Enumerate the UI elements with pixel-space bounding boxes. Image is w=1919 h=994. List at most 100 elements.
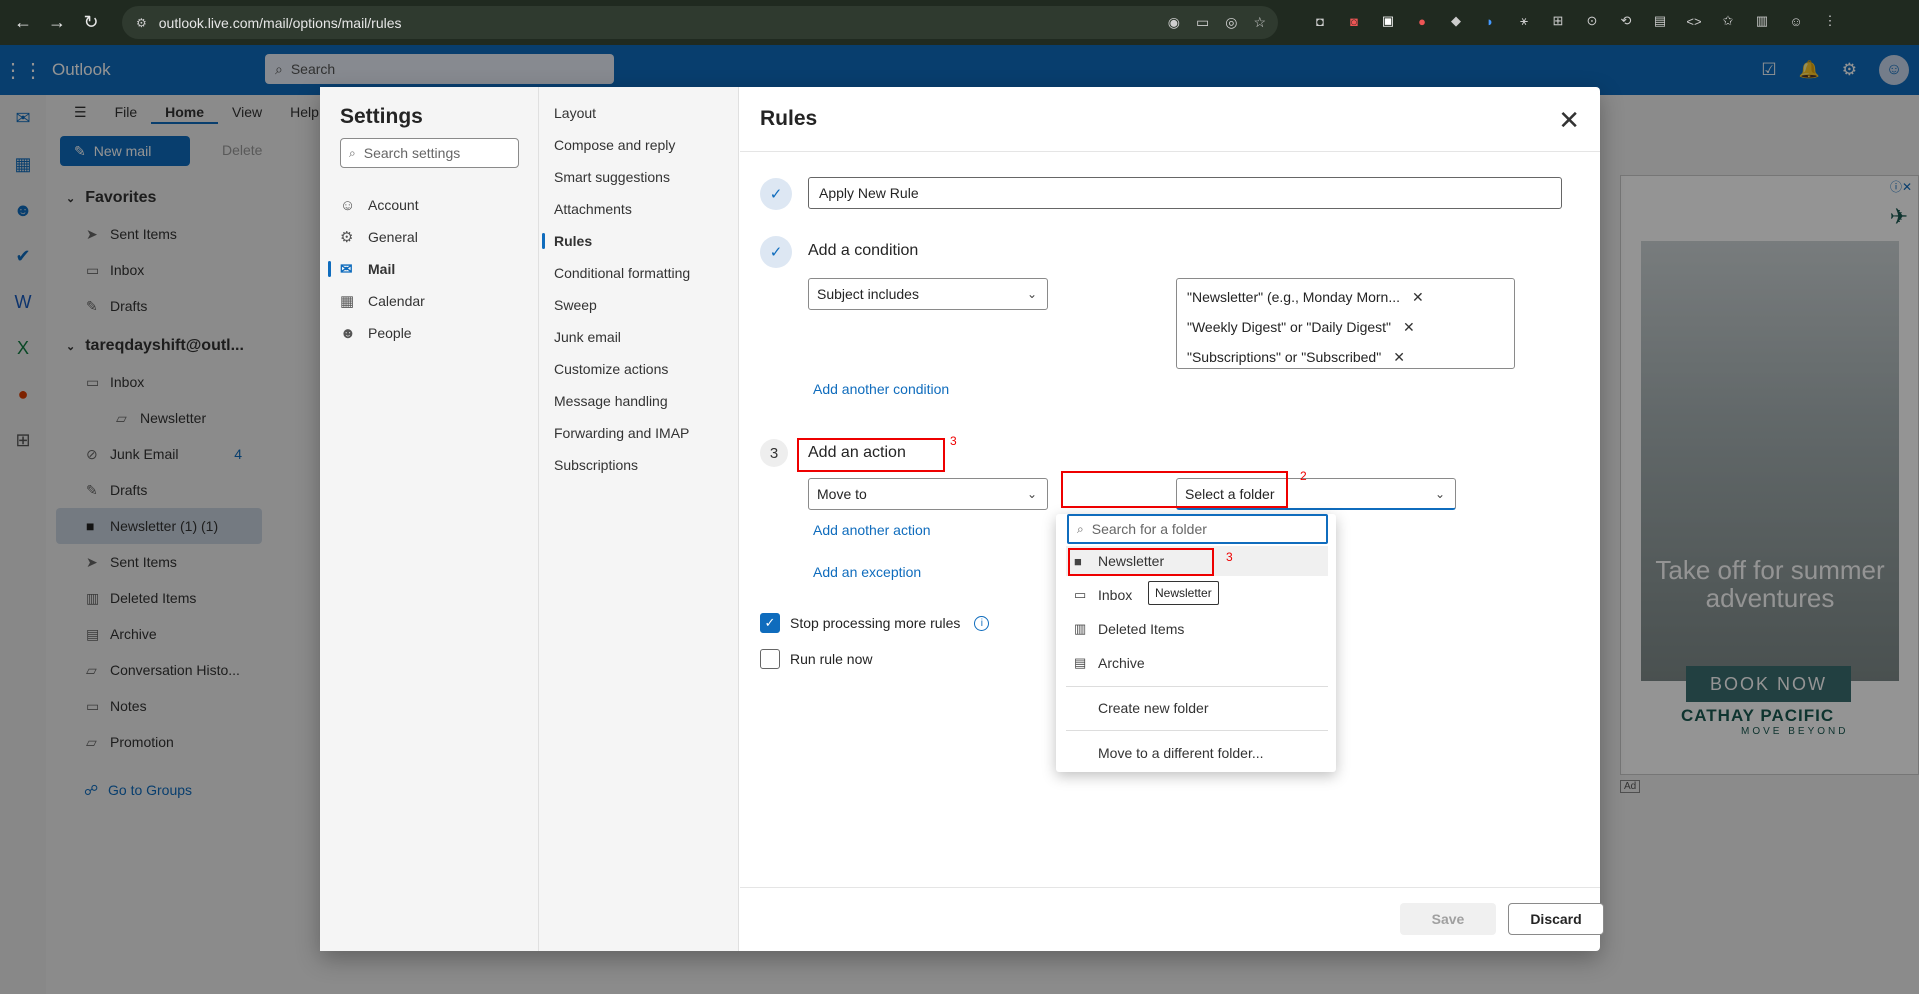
settings-search-placeholder: Search settings	[363, 145, 461, 161]
mail-icon: ✉	[340, 261, 353, 278]
action-type-dropdown[interactable]: Move to ⌄	[808, 478, 1048, 510]
extension-icon[interactable]: ●	[1412, 11, 1432, 31]
sub-nav-layout[interactable]: Layout	[539, 97, 690, 129]
discard-button[interactable]: Discard	[1508, 903, 1604, 935]
divider	[740, 151, 1600, 152]
url-text: outlook.live.com/mail/options/mail/rules	[158, 14, 402, 31]
settings-nav-mail[interactable]: ✉ Mail	[328, 253, 425, 285]
sub-nav-message-handling[interactable]: Message handling	[539, 385, 690, 417]
extension-icon[interactable]: ▣	[1378, 11, 1398, 31]
forward-icon[interactable]: →	[40, 12, 74, 33]
settings-nav-people[interactable]: ☻ People	[340, 317, 425, 349]
puzzle-icon[interactable]: ⊞	[1548, 11, 1568, 31]
extension-icon[interactable]: ◙	[1344, 11, 1364, 31]
settings-nav-calendar[interactable]: ▦ Calendar	[340, 285, 425, 317]
info-icon[interactable]: i	[974, 615, 990, 631]
sub-nav-forwarding[interactable]: Forwarding and IMAP	[539, 417, 690, 449]
sub-nav-subscriptions[interactable]: Subscriptions	[539, 449, 690, 481]
chevron-down-icon: ⌄	[1026, 287, 1037, 301]
chevron-down-icon: ⌄	[1434, 487, 1445, 501]
mail-settings-nav: Layout Compose and reply Smart suggestio…	[539, 87, 739, 951]
extension-icon[interactable]: ◗	[1480, 11, 1500, 31]
settings-search-input[interactable]: ⌕ Search settings	[340, 138, 519, 168]
settings-dialog: Settings ⌕ Search settings ☺ Account ⚙ Gen…	[320, 87, 1604, 951]
add-another-action-link[interactable]: Add another action	[813, 522, 931, 538]
condition-type-dropdown[interactable]: Subject includes ⌄	[808, 278, 1048, 310]
annotation-number: 3	[1226, 550, 1233, 564]
annotation-number: 2	[1300, 469, 1307, 483]
rules-title: Rules	[760, 107, 818, 130]
folder-search-input[interactable]: ⌕ Search for a folder	[1067, 514, 1328, 544]
person-icon: ☺	[340, 196, 356, 214]
condition-chip: "Newsletter" (e.g., Monday Morn... ✕	[1187, 288, 1424, 306]
close-icon[interactable]: ✕	[1558, 105, 1580, 136]
back-icon[interactable]: ←	[6, 12, 40, 33]
stop-processing-checkbox[interactable]: ✓ Stop processing more rules i	[760, 613, 990, 633]
remove-chip-icon[interactable]: ✕	[1393, 349, 1405, 366]
sub-nav-conditional-formatting[interactable]: Conditional formatting	[539, 257, 690, 289]
eye-icon[interactable]: ◉	[1168, 14, 1180, 31]
condition-chip: "Subscriptions" or "Subscribed" ✕	[1187, 348, 1405, 366]
archive-icon: ▤	[1074, 655, 1087, 670]
save-button[interactable]: Save	[1400, 903, 1496, 935]
move-different-folder-option[interactable]: Move to a different folder...	[1066, 738, 1328, 768]
site-info-icon[interactable]: ⚙	[136, 16, 147, 30]
sub-nav-smart-suggestions[interactable]: Smart suggestions	[539, 161, 690, 193]
location-icon[interactable]: ⊙	[1582, 11, 1602, 31]
divider	[740, 887, 1600, 888]
trash-icon[interactable]: ▥	[1752, 11, 1772, 31]
create-new-folder-option[interactable]: Create new folder	[1066, 693, 1328, 723]
search-icon: ⌕	[349, 145, 356, 160]
history-icon[interactable]: ⟲	[1616, 11, 1636, 31]
trash-icon: ▥	[1074, 621, 1087, 636]
sub-nav-compose[interactable]: Compose and reply	[539, 129, 690, 161]
checkbox-unchecked[interactable]	[760, 649, 780, 669]
divider	[1066, 730, 1328, 731]
menu-icon[interactable]: ⋮	[1820, 11, 1840, 31]
folder-option-deleted[interactable]: ▥ Deleted Items	[1066, 614, 1328, 644]
extension-icon[interactable]: ⚹	[1514, 11, 1534, 31]
profile-icon[interactable]: ☺	[1786, 11, 1806, 31]
condition-values-box[interactable]: "Newsletter" (e.g., Monday Morn... ✕ "Wee…	[1176, 278, 1515, 369]
step-number: 3	[760, 439, 788, 467]
sub-nav-attachments[interactable]: Attachments	[539, 193, 690, 225]
add-condition-label: Add a condition	[808, 242, 919, 259]
step-done-check-icon: ✓	[760, 236, 792, 268]
remove-chip-icon[interactable]: ✕	[1412, 289, 1424, 306]
add-another-condition-link[interactable]: Add another condition	[813, 381, 949, 397]
tab-icon[interactable]: ▤	[1650, 11, 1670, 31]
settings-nav-account[interactable]: ☺ Account	[340, 189, 425, 221]
people-icon: ☻	[340, 324, 356, 342]
run-rule-now-checkbox[interactable]: Run rule now	[760, 649, 873, 669]
tooltip: Newsletter	[1148, 581, 1219, 605]
sub-nav-junk-email[interactable]: Junk email	[539, 321, 690, 353]
reload-icon[interactable]: ↻	[74, 12, 108, 33]
star-icon[interactable]: ☆	[1253, 14, 1266, 31]
annotation-number: 3	[950, 434, 957, 448]
sub-nav-customize-actions[interactable]: Customize actions	[539, 353, 690, 385]
inbox-icon: ▭	[1074, 587, 1087, 602]
checkbox-checked[interactable]: ✓	[760, 613, 780, 633]
search-icon: ⌕	[1077, 521, 1084, 536]
eye-off-icon[interactable]: ◎	[1225, 14, 1237, 31]
remove-chip-icon[interactable]: ✕	[1403, 319, 1415, 336]
annotation-box	[797, 438, 945, 472]
sub-nav-rules[interactable]: Rules	[539, 225, 690, 257]
divider	[1066, 686, 1328, 687]
cast-icon[interactable]: ▭	[1196, 14, 1209, 31]
address-bar[interactable]: ⚙ outlook.live.com/mail/options/mail/rul…	[122, 6, 1278, 39]
gear-icon: ⚙	[340, 229, 354, 246]
annotation-box	[1061, 471, 1288, 508]
folder-option-archive[interactable]: ▤ Archive	[1066, 648, 1328, 678]
favorites-icon[interactable]: ✩	[1718, 11, 1738, 31]
browser-toolbar: ← → ↻ ⚙ outlook.live.com/mail/options/ma…	[0, 0, 1919, 45]
camera-icon[interactable]: ◘	[1310, 11, 1330, 31]
settings-nav-general[interactable]: ⚙ General	[340, 221, 425, 253]
chevron-down-icon: ⌄	[1026, 487, 1037, 501]
add-exception-link[interactable]: Add an exception	[813, 564, 921, 580]
condition-chip: "Weekly Digest" or "Daily Digest" ✕	[1187, 318, 1415, 336]
sub-nav-sweep[interactable]: Sweep	[539, 289, 690, 321]
rule-name-input[interactable]: Apply New Rule	[808, 177, 1562, 209]
extension-icon[interactable]: ◆	[1446, 11, 1466, 31]
code-icon[interactable]: <>	[1684, 11, 1704, 31]
